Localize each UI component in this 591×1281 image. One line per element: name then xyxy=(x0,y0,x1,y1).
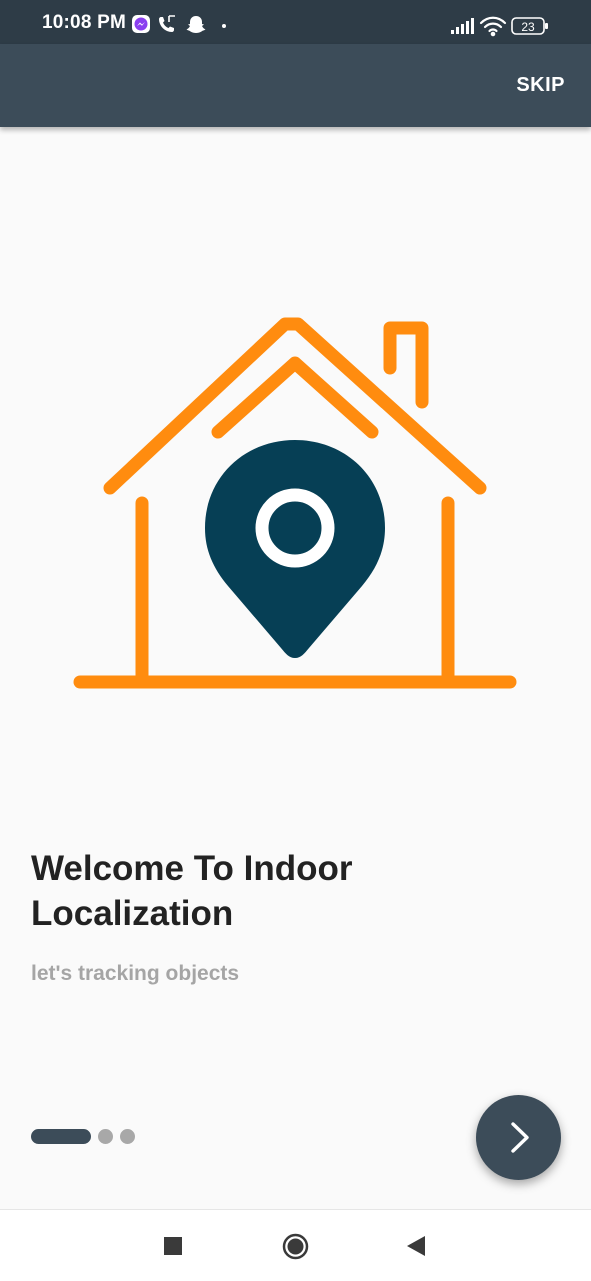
system-nav-bar xyxy=(0,1209,591,1281)
battery-icon: 23 xyxy=(511,17,548,35)
status-bar: 10:08 PM 23 xyxy=(0,0,591,44)
wifi-icon xyxy=(479,16,507,37)
page-subtitle: let's tracking objects xyxy=(31,962,240,985)
house-location-pin-icon xyxy=(70,310,522,700)
status-time: 10:08 PM xyxy=(42,12,126,33)
recents-button[interactable] xyxy=(164,1237,182,1260)
notification-icons xyxy=(132,14,232,34)
recents-square-icon xyxy=(164,1237,182,1255)
system-icons: 23 xyxy=(451,15,551,37)
phone-call-icon xyxy=(159,15,175,32)
app-bar: SKIP xyxy=(0,44,591,127)
signal-icon xyxy=(451,18,474,34)
dot-icon xyxy=(222,24,226,28)
page-indicator-active xyxy=(31,1129,91,1144)
next-button[interactable] xyxy=(476,1095,561,1180)
page-title: Welcome To Indoor Localization xyxy=(31,849,353,933)
home-button[interactable] xyxy=(282,1233,309,1265)
home-circle-icon xyxy=(282,1233,309,1260)
skip-button[interactable]: SKIP xyxy=(516,74,565,97)
location-pin xyxy=(205,440,385,658)
page-indicator-dot xyxy=(120,1129,135,1144)
page-indicator-dot xyxy=(98,1129,113,1144)
battery-level: 23 xyxy=(521,20,535,34)
back-triangle-icon xyxy=(407,1236,425,1256)
messenger-icon xyxy=(132,15,150,33)
snapchat-icon xyxy=(186,16,206,33)
back-button[interactable] xyxy=(406,1236,426,1261)
chevron-right-icon xyxy=(511,1122,529,1153)
